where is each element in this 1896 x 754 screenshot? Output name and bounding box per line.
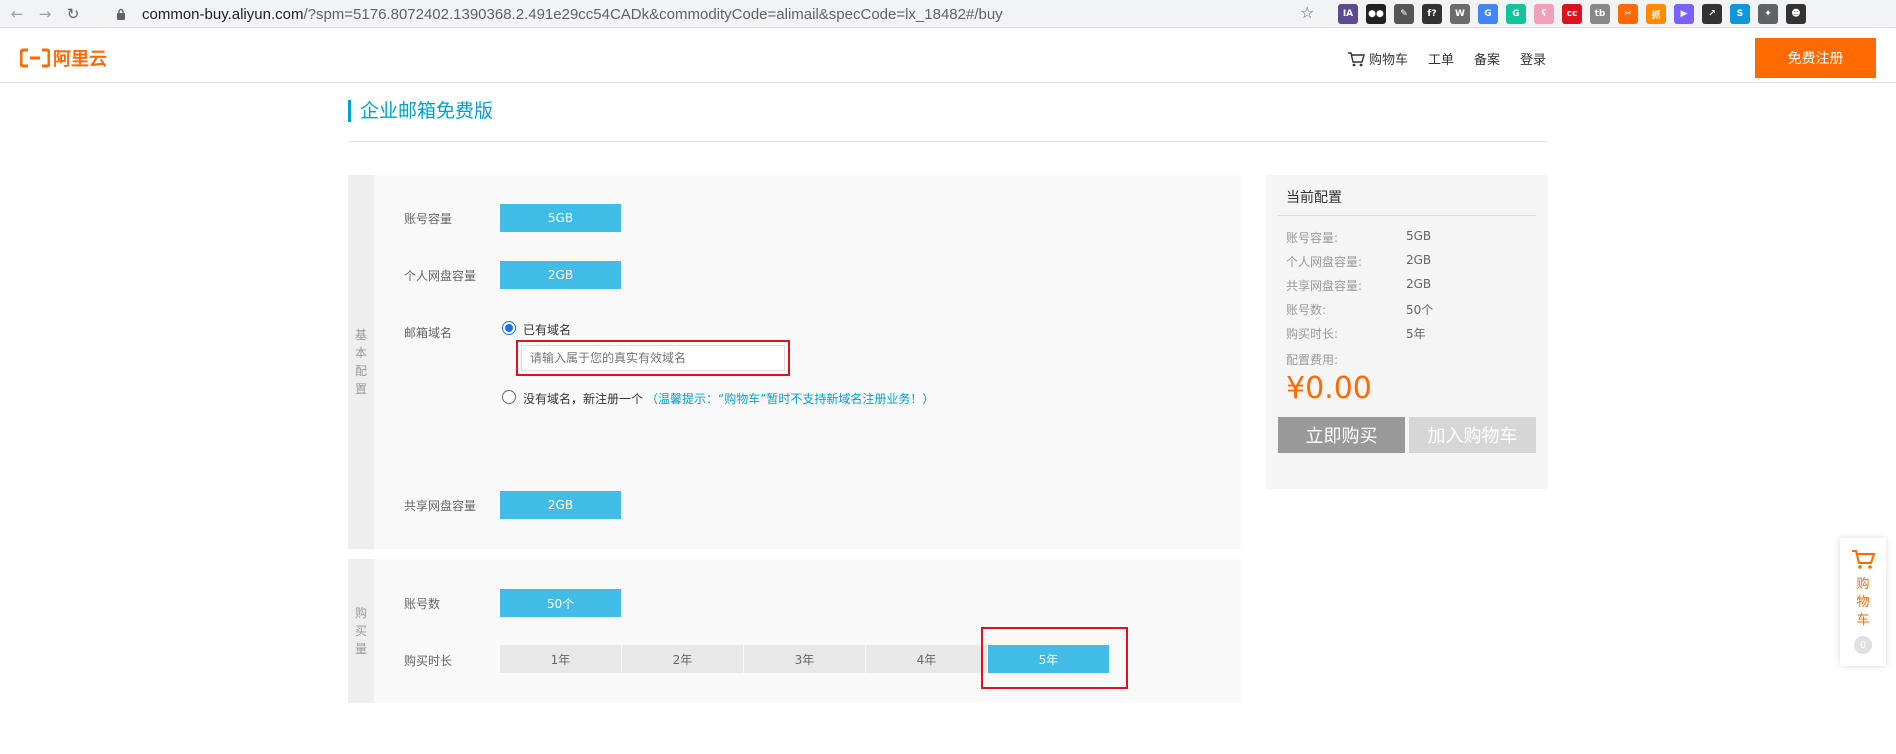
header-cart-link[interactable]: 购物车 [1347,49,1408,68]
browser-toolbar: ← → ↻ common-buy.aliyun.com/?spm=5176.80… [0,0,1896,28]
header-login-link[interactable]: 登录 [1520,49,1546,68]
shared-disk-label: 共享网盘容量 [404,499,477,513]
aliyun-logo-icon [19,48,51,68]
url-text: common-buy.aliyun.com/?spm=5176.8072402.… [142,6,1003,23]
screen-icon[interactable]: ▶ [1674,4,1694,24]
url-path: /?spm=5176.8072402.1390368.2.491e29cc54C… [303,5,1003,23]
current-config-title: 当前配置 [1286,190,1342,206]
floating-cart[interactable]: 购物车 0 [1840,538,1886,666]
buy-now-button[interactable]: 立即购买 [1278,417,1405,453]
add-to-cart-button[interactable]: 加入购物车 [1409,417,1536,453]
tools-icon[interactable]: ✂ [1618,4,1638,24]
arrow-icon[interactable]: ↗ [1702,4,1722,24]
forward-arrow-icon[interactable]: → [34,3,56,25]
url-host: common-buy.aliyun.com [142,5,304,23]
no-domain-radio[interactable] [502,390,516,404]
lock-icon [114,7,128,21]
purchase-label-text: 购买量 [354,606,367,656]
tampermonkey-icon[interactable]: ●● [1366,4,1386,24]
register-button[interactable]: 免费注册 [1755,38,1876,78]
summary-row-label: 账号数: [1286,303,1327,317]
duration-option-1-year[interactable]: 1年 [500,645,621,673]
translate-icon[interactable]: G [1478,4,1498,24]
cart-label: 购物车 [1368,53,1408,68]
duration-option-2-year[interactable]: 2年 [622,645,743,673]
purchase-section-label: 购买量 [348,559,374,703]
page-title-wrap: 企业邮箱免费版 [348,100,1548,122]
cart-domain-hint: （温馨提示：“购物车”暂时不支持新域名注册业务！） [646,392,935,406]
title-divider [348,141,1548,142]
cart-icon [1347,51,1365,66]
capacity-label: 账号容量 [404,212,453,226]
summary-row-value: 5GB [1406,229,1432,243]
duration-option-3-year[interactable]: 3年 [744,645,865,673]
header-links: 购物车 工单 备案 登录 [1347,49,1546,68]
summary-row-label: 共享网盘容量: [1286,279,1363,293]
summary-divider [1278,215,1536,216]
no-domain-label: 没有域名，新注册一个 [523,392,644,406]
price-value: ¥0.00 [1286,371,1372,406]
grab-icon[interactable]: 抓 [1646,4,1666,24]
duration-label: 购买时长 [404,654,453,668]
shared-disk-option-2gb[interactable]: 2GB [500,491,621,519]
capacity-option-5gb[interactable]: 5GB [500,204,621,232]
header-ticket-link[interactable]: 工单 [1428,49,1454,68]
tb-icon[interactable]: tb [1590,4,1610,24]
personal-disk-label: 个人网盘容量 [404,269,477,283]
basic-config-section: 基本配置 账号容量 5GB 个人网盘容量 2GB 邮箱域名 已有域名 没有域名，… [348,175,1241,549]
profile-icon[interactable]: ☻ [1786,4,1806,24]
header-filing-link[interactable]: 备案 [1474,49,1500,68]
duration-option-4-year[interactable]: 4年 [866,645,987,673]
personal-disk-option-2gb[interactable]: 2GB [500,261,621,289]
summary-row-value: 50个 [1406,303,1434,317]
logo-text: 阿里云 [53,49,107,70]
cart-count-badge: 0 [1854,636,1872,654]
summary-row-label: 账号容量: [1286,231,1339,245]
bookmark-star-icon[interactable]: ☆ [1300,3,1314,22]
back-arrow-icon[interactable]: ← [6,3,28,25]
summary-row-value: 2GB [1406,277,1432,291]
floating-cart-label: 购物车 [1856,577,1870,628]
accounts-option-50[interactable]: 50个 [500,589,621,617]
reload-icon[interactable]: ↻ [62,3,84,25]
site-header: 阿里云 购物车 工单 备案 登录 免费注册 [0,28,1896,83]
wordpress-icon[interactable]: W [1450,4,1470,24]
summary-row-label: 个人网盘容量: [1286,255,1363,269]
summary-row-value: 2GB [1406,253,1432,267]
whatfont-icon[interactable]: f? [1422,4,1442,24]
duration-highlight [981,627,1128,689]
domain-label: 邮箱域名 [404,326,453,340]
eyedropper-icon[interactable]: ✎ [1394,4,1414,24]
s-icon[interactable]: S [1730,4,1750,24]
page-title: 企业邮箱免费版 [348,100,1548,122]
accounts-label: 账号数 [404,597,441,611]
basic-config-section-label: 基本配置 [348,175,374,549]
bilibili-icon[interactable]: ʕ [1534,4,1554,24]
grammarly-icon[interactable]: G [1506,4,1526,24]
has-domain-radio[interactable] [502,321,516,335]
aliyun-logo[interactable]: 阿里云 [19,45,107,71]
extensions-row: IA ●● ✎ f? W G Gʕ cc tb ✂ 抓 ▶ ↗ S ✦ ☻ [1338,4,1806,24]
puzzle-icon[interactable]: ✦ [1758,4,1778,24]
basic-config-label-text: 基本配置 [354,328,367,396]
summary-row-label: 购买时长: [1286,327,1339,341]
fee-label: 配置费用: [1286,353,1339,367]
current-config-panel: 当前配置 账号容量: 5GB 个人网盘容量: 2GB 共享网盘容量: 2GB 账号数: 50个… [1266,175,1548,489]
floating-cart-icon [1852,550,1875,569]
has-domain-label: 已有域名 [523,323,572,337]
domain-input[interactable] [521,345,785,371]
summary-row-value: 5年 [1406,327,1426,341]
cc-icon[interactable]: cc [1562,4,1582,24]
address-bar[interactable]: common-buy.aliyun.com/?spm=5176.8072402.… [104,2,1324,26]
ia-extension-icon[interactable]: IA [1338,4,1358,24]
